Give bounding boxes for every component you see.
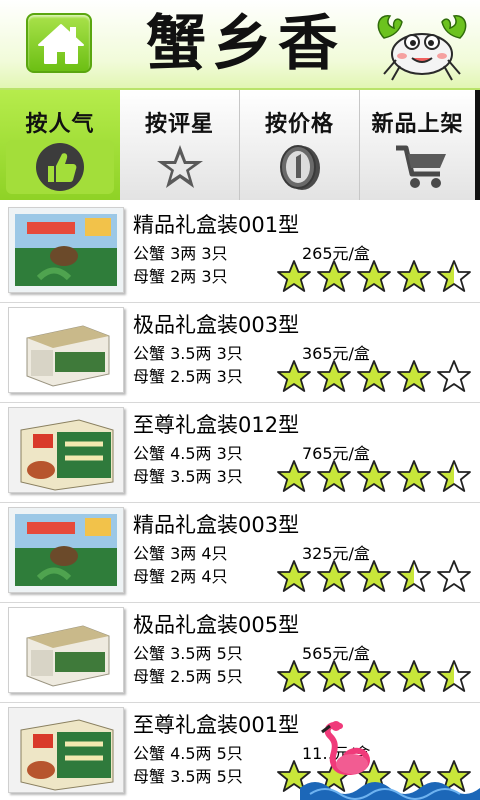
product-male-spec: 公蟹 4.5两 5只 (133, 744, 243, 763)
product-name: 极品礼盒装005型 (133, 613, 300, 637)
product-list: 精品礼盒装001型 公蟹 3两 3只 母蟹 2两 3只 265元/盒 极品礼盒装… (0, 203, 480, 800)
tab-new-arrivals[interactable]: 新品上架 (360, 90, 480, 200)
product-row[interactable]: 精品礼盒装001型 公蟹 3两 3只 母蟹 2两 3只 265元/盒 (0, 203, 480, 303)
app-title: 蟹乡香 (146, 9, 344, 79)
crab-logo-icon (377, 15, 467, 81)
product-name: 至尊礼盒装001型 (133, 713, 300, 737)
star-half-icon (437, 460, 471, 492)
tab-rating[interactable]: 按评星 (120, 90, 240, 200)
rating-stars (276, 259, 472, 295)
tab-label: 按评星 (144, 112, 214, 137)
star-full-icon (357, 660, 391, 692)
product-female-spec: 母蟹 2.5两 5只 (133, 667, 243, 686)
tab-price[interactable]: 按价格 (240, 90, 360, 200)
coin-icon (280, 145, 320, 190)
flamingo-watermark-icon (300, 721, 480, 800)
product-image (8, 407, 124, 493)
gift-box-image (9, 308, 123, 392)
star-full-icon (277, 660, 311, 692)
product-male-spec: 公蟹 4.5两 3只 (133, 444, 243, 463)
product-female-spec: 母蟹 2.5两 3只 (133, 367, 243, 386)
product-female-spec: 母蟹 3.5两 5只 (133, 767, 243, 786)
product-row[interactable]: 极品礼盒装005型 公蟹 3.5两 5只 母蟹 2.5两 5只 565元/盒 (0, 603, 480, 703)
rating-stars (276, 459, 472, 495)
tab-popularity[interactable]: 按人气 (0, 90, 120, 200)
star-empty-icon (437, 360, 471, 392)
star-half-icon (437, 260, 471, 292)
rating-stars (276, 359, 472, 395)
star-full-icon (397, 460, 431, 492)
product-female-spec: 母蟹 2两 3只 (133, 267, 228, 286)
star-full-icon (397, 360, 431, 392)
star-full-icon (277, 560, 311, 592)
rating-stars (276, 659, 472, 695)
product-name: 精品礼盒装001型 (133, 213, 300, 237)
star-full-icon (397, 260, 431, 292)
star-full-icon (317, 260, 351, 292)
gift-box-image (9, 608, 123, 692)
star-empty-icon (437, 560, 471, 592)
product-female-spec: 母蟹 3.5两 3只 (133, 467, 243, 486)
star-full-icon (357, 360, 391, 392)
star-full-icon (277, 360, 311, 392)
star-icon (157, 145, 203, 188)
gift-box-image (9, 708, 123, 792)
gift-box-image (9, 208, 123, 292)
home-button[interactable] (26, 13, 92, 73)
star-full-icon (397, 660, 431, 692)
product-male-spec: 公蟹 3.5两 5只 (133, 644, 243, 663)
product-male-spec: 公蟹 3两 3只 (133, 244, 228, 263)
product-male-spec: 公蟹 3两 4只 (133, 544, 228, 563)
star-half-icon (437, 660, 471, 692)
rating-stars (276, 559, 472, 595)
star-full-icon (317, 660, 351, 692)
thumbs-up-icon (36, 143, 84, 191)
product-row[interactable]: 至尊礼盒装012型 公蟹 4.5两 3只 母蟹 3.5两 3只 765元/盒 (0, 403, 480, 503)
gift-box-image (9, 408, 123, 492)
star-full-icon (357, 560, 391, 592)
star-full-icon (317, 560, 351, 592)
product-name: 精品礼盒装003型 (133, 513, 300, 537)
app-header: 蟹乡香 (0, 0, 480, 90)
star-full-icon (357, 460, 391, 492)
home-icon (38, 24, 84, 64)
tab-label: 新品上架 (371, 112, 464, 137)
product-image (8, 307, 124, 393)
product-row[interactable]: 极品礼盒装003型 公蟹 3.5两 3只 母蟹 2.5两 3只 365元/盒 (0, 303, 480, 403)
product-image (8, 207, 124, 293)
star-half-icon (397, 560, 431, 592)
product-name: 极品礼盒装003型 (133, 313, 300, 337)
sort-tabs: 按人气 按评星 按价格 新品上架 (0, 90, 480, 200)
star-full-icon (277, 260, 311, 292)
star-full-icon (277, 460, 311, 492)
product-name: 至尊礼盒装012型 (133, 413, 300, 437)
product-male-spec: 公蟹 3.5两 3只 (133, 344, 243, 363)
product-female-spec: 母蟹 2两 4只 (133, 567, 228, 586)
product-image (8, 707, 124, 793)
tab-label: 按人气 (25, 112, 95, 137)
star-full-icon (317, 360, 351, 392)
gift-box-image (9, 508, 123, 592)
product-row[interactable]: 精品礼盒装003型 公蟹 3两 4只 母蟹 2两 4只 325元/盒 (0, 503, 480, 603)
cart-icon (396, 145, 446, 188)
tab-label: 按价格 (264, 112, 334, 137)
star-full-icon (357, 260, 391, 292)
product-image (8, 507, 124, 593)
product-image (8, 607, 124, 693)
star-full-icon (317, 460, 351, 492)
